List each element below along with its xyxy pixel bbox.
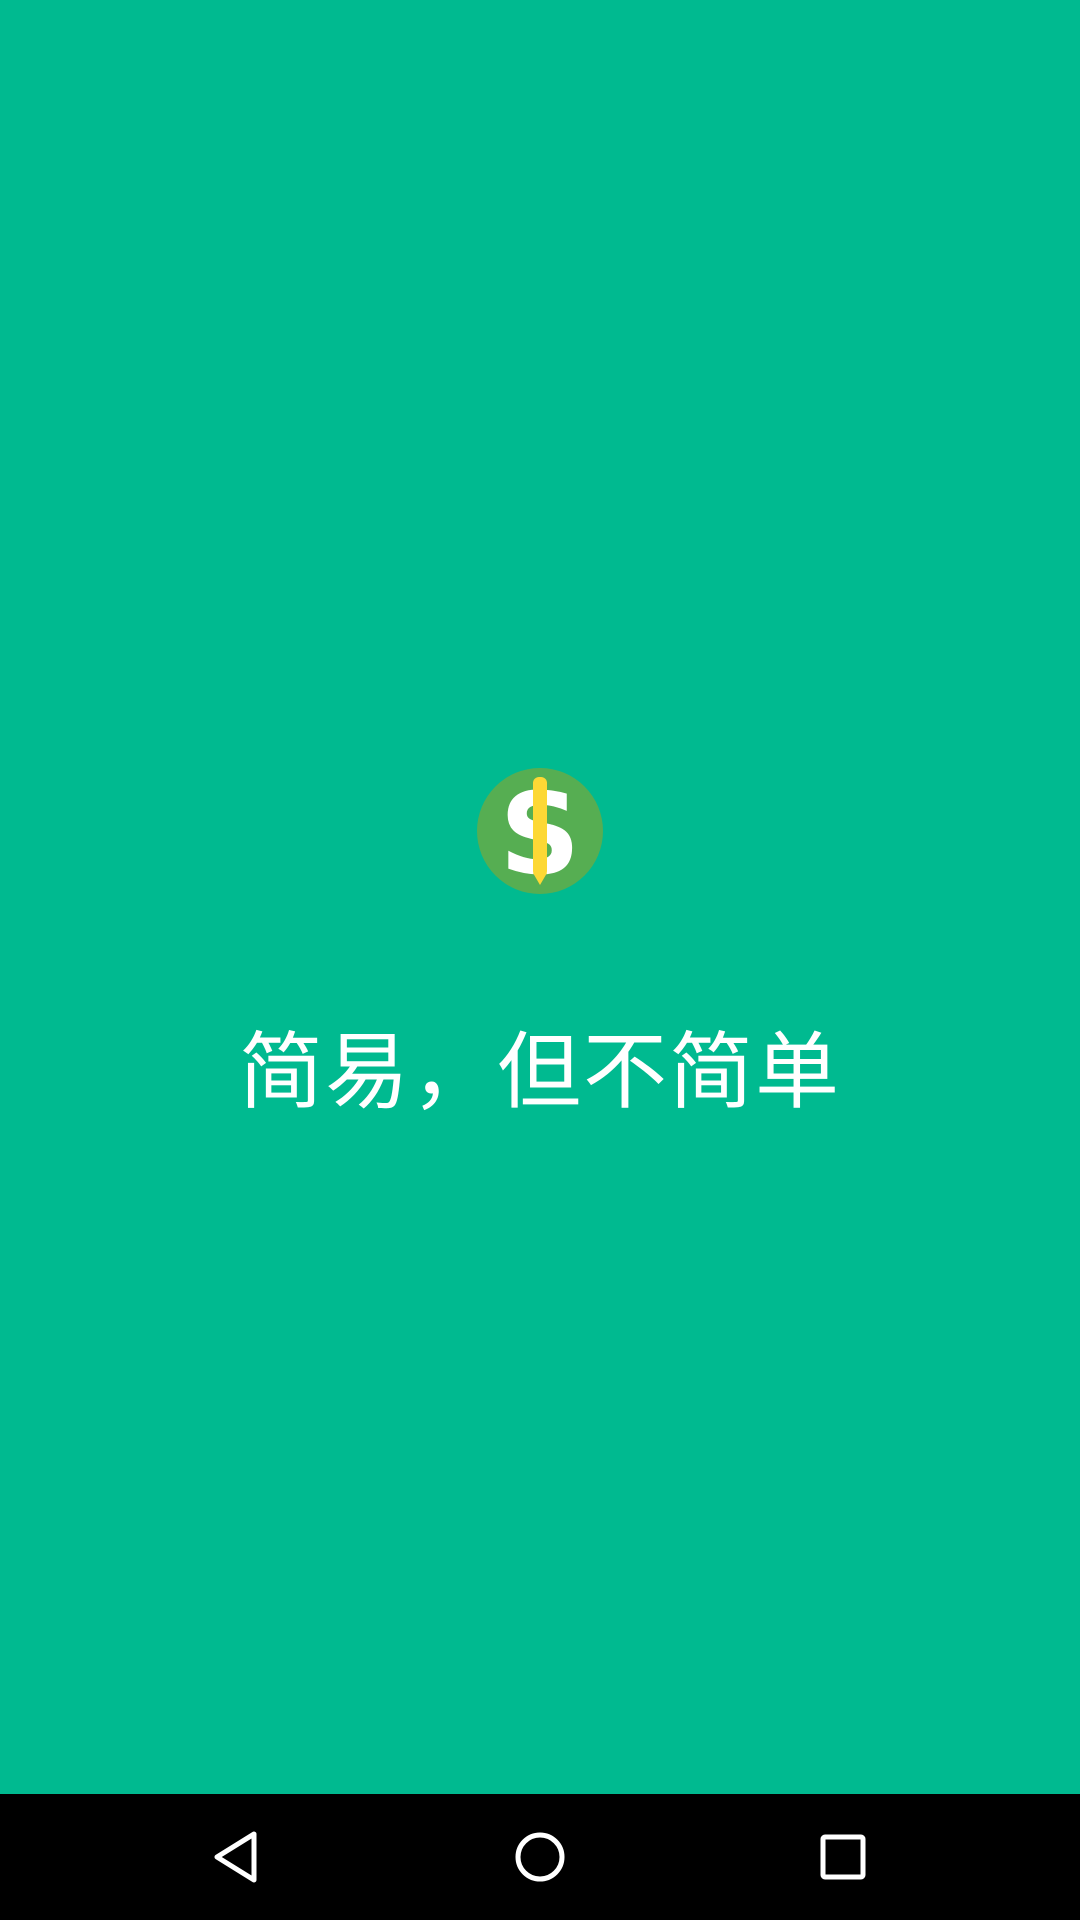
- home-circle-icon: [515, 1832, 565, 1882]
- dollar-pencil-icon: S: [477, 768, 603, 895]
- nav-back-button[interactable]: [196, 1817, 276, 1897]
- nav-home-button[interactable]: [500, 1817, 580, 1897]
- screen: S 简易，但不简单: [0, 0, 1080, 1920]
- app-logo: S: [476, 767, 604, 895]
- app-slogan: 简易，但不简单: [238, 1023, 841, 1121]
- system-navigation-bar: [0, 1794, 1080, 1920]
- recent-apps-square-icon: [820, 1834, 866, 1880]
- nav-recent-apps-button[interactable]: [803, 1817, 883, 1897]
- back-triangle-icon: [214, 1831, 257, 1883]
- splash-screen: S 简易，但不简单: [0, 0, 1080, 1794]
